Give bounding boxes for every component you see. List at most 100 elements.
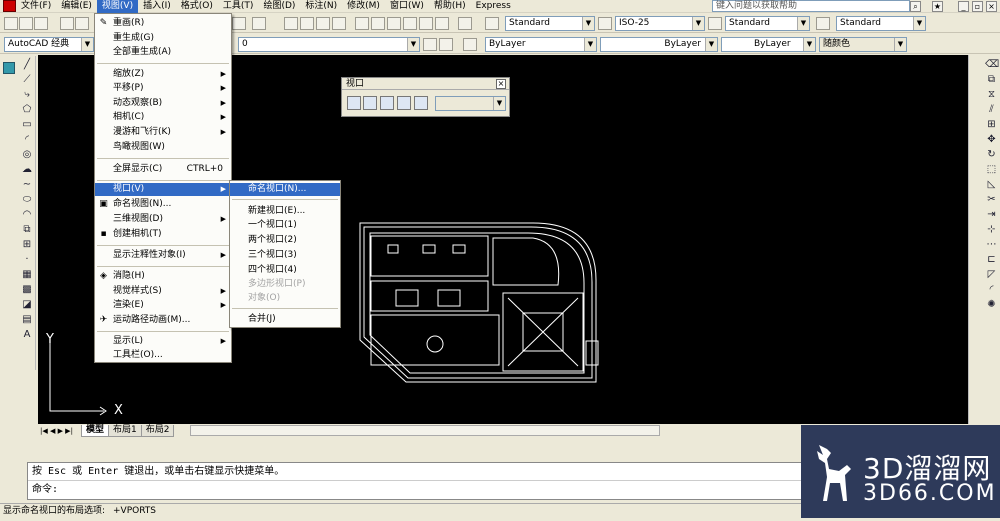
copy-icon[interactable]: ⧉ (985, 73, 998, 86)
ellipse-arc-icon[interactable]: ◠ (21, 208, 34, 221)
menu-item-toolbars[interactable]: 工具栏(O)... (95, 349, 231, 362)
menu-item-aerial-view[interactable]: 鸟瞰视图(W) (95, 141, 231, 154)
menu-draw[interactable]: 绘图(D) (258, 0, 300, 13)
mirror-icon[interactable]: ⧖ (985, 88, 998, 101)
menu-dimension[interactable]: 标注(N) (300, 0, 342, 13)
menu-item-camera[interactable]: 相机(C) ▶ (95, 111, 231, 124)
menu-window[interactable]: 窗口(W) (385, 0, 429, 13)
close-icon[interactable]: × (496, 79, 506, 89)
menu-item-named-views[interactable]: ▣ 命名视图(N)... (95, 198, 231, 211)
scale-icon[interactable]: ⬚ (985, 163, 998, 176)
workspace-select[interactable]: AutoCAD 经典 ▼ (4, 37, 94, 52)
vertical-scrollbar[interactable] (968, 55, 982, 424)
ellipse-icon[interactable]: ⬭ (21, 193, 34, 206)
text-style-icon[interactable] (485, 17, 499, 30)
help-icon[interactable] (458, 17, 472, 30)
zoom-window-icon[interactable] (316, 17, 330, 30)
chamfer-icon[interactable]: ◸ (985, 268, 998, 281)
polygon-icon[interactable]: ⬠ (21, 103, 34, 116)
favorites-star-icon[interactable]: ★ (932, 1, 943, 12)
zoom-realtime-icon[interactable] (300, 17, 314, 30)
rotate-icon[interactable]: ↻ (985, 148, 998, 161)
polyline-icon[interactable]: ⤷ (21, 88, 34, 101)
minimize-button[interactable]: _ (958, 1, 969, 12)
break-at-point-icon[interactable]: ⊹ (985, 223, 998, 236)
command-prompt[interactable]: 命令: (28, 480, 801, 497)
line-icon[interactable]: ╱ (21, 58, 34, 71)
ucs-icon[interactable] (3, 62, 15, 74)
insert-block-icon[interactable]: ⧉ (21, 223, 34, 236)
submenu-item-join[interactable]: 合并(J) (230, 313, 340, 326)
markup-icon[interactable] (419, 17, 433, 30)
dim-style-icon[interactable] (598, 17, 612, 30)
convert-object-viewport-icon[interactable] (397, 96, 411, 110)
table-icon[interactable]: ▤ (21, 313, 34, 326)
submenu-item-named-viewports[interactable]: 命名视口(N)... (230, 183, 340, 196)
rectangle-icon[interactable]: ▭ (21, 118, 34, 131)
region-icon[interactable]: ◪ (21, 298, 34, 311)
menu-insert[interactable]: 插入(I) (138, 0, 176, 13)
submenu-item-new-viewports[interactable]: 新建视口(E)... (230, 205, 340, 218)
menu-item-visual-styles[interactable]: 视觉样式(S) ▶ (95, 285, 231, 298)
array-icon[interactable]: ⊞ (985, 118, 998, 131)
move-icon[interactable]: ✥ (985, 133, 998, 146)
fillet-icon[interactable]: ◜ (985, 283, 998, 296)
revision-cloud-icon[interactable]: ☁ (21, 163, 34, 176)
join-icon[interactable]: ⊏ (985, 253, 998, 266)
menu-modify[interactable]: 修改(M) (342, 0, 385, 13)
zoom-previous-icon[interactable] (332, 17, 346, 30)
layer-manager-icon[interactable] (463, 38, 477, 51)
horizontal-scrollbar[interactable] (190, 425, 660, 436)
search-icon[interactable]: ⌕ (910, 1, 921, 12)
menu-item-motion-path[interactable]: ✈ 运动路径动画(M)... (95, 314, 231, 327)
menu-item-hide[interactable]: ◈ 消隐(H) (95, 270, 231, 283)
tab-layout2[interactable]: 布局2 (140, 424, 175, 437)
dim-style-select[interactable]: ISO-25 ▼ (615, 16, 705, 31)
clip-viewport-icon[interactable] (414, 96, 428, 110)
multileader-style-select[interactable]: Standard ▼ (836, 16, 926, 31)
menu-item-create-camera[interactable]: ▪ 创建相机(T) (95, 228, 231, 241)
restore-button[interactable]: ▫ (972, 1, 983, 12)
menu-item-pan[interactable]: 平移(P) ▶ (95, 82, 231, 95)
polygonal-viewport-icon[interactable] (380, 96, 394, 110)
menu-item-viewports[interactable]: 视口(V) ▶ (95, 183, 231, 196)
undo-icon[interactable] (232, 17, 246, 30)
table-style-select[interactable]: Standard ▼ (725, 16, 810, 31)
command-window[interactable]: 按 Esc 或 Enter 键退出，或单击右键显示快捷菜单。 命令: (27, 462, 802, 500)
break-icon[interactable]: ⋯ (985, 238, 998, 251)
menu-item-zoom[interactable]: 缩放(Z) ▶ (95, 68, 231, 81)
stretch-icon[interactable]: ◺ (985, 178, 998, 191)
menu-tools[interactable]: 工具(T) (218, 0, 259, 13)
layer-select[interactable]: 0 ▼ (238, 37, 420, 52)
tab-navigation-arrows[interactable]: |◀ ◀ ▶ ▶| (38, 425, 82, 437)
spline-icon[interactable]: ∼ (21, 178, 34, 191)
single-viewport-icon[interactable] (363, 96, 377, 110)
circle-icon[interactable]: ◎ (21, 148, 34, 161)
gradient-icon[interactable]: ▩ (21, 283, 34, 296)
offset-icon[interactable]: ⫽ (985, 103, 998, 116)
quickcalc-icon[interactable] (435, 17, 449, 30)
point-icon[interactable]: · (21, 253, 34, 266)
make-block-icon[interactable]: ⊞ (21, 238, 34, 251)
print-icon[interactable] (60, 17, 74, 30)
tool-palettes-icon[interactable] (387, 17, 401, 30)
menu-view[interactable]: 视图(V) (96, 0, 139, 13)
submenu-item-one-viewport[interactable]: 一个视口(1) (230, 219, 340, 232)
multileader-style-icon[interactable] (816, 17, 830, 30)
color-select[interactable]: ByLayer ▼ (485, 37, 597, 52)
tab-model[interactable]: 模型 (81, 424, 110, 437)
menu-format[interactable]: 格式(O) (176, 0, 218, 13)
menu-item-regen-all[interactable]: 全部重生成(A) (95, 46, 231, 59)
menu-item-redraw[interactable]: ✎ 重画(R) (95, 17, 231, 30)
trim-icon[interactable]: ✂ (985, 193, 998, 206)
redo-icon[interactable] (252, 17, 266, 30)
design-center-icon[interactable] (371, 17, 385, 30)
sheet-set-icon[interactable] (403, 17, 417, 30)
text-style-select[interactable]: Standard ▼ (505, 16, 595, 31)
erase-icon[interactable]: ⌫ (985, 58, 999, 71)
menu-item-orbit[interactable]: 动态观察(B) ▶ (95, 97, 231, 110)
construction-line-icon[interactable]: ⟋ (21, 73, 34, 86)
properties-icon[interactable] (355, 17, 369, 30)
hatch-icon[interactable]: ▦ (21, 268, 34, 281)
multiline-text-icon[interactable]: A (21, 328, 34, 341)
